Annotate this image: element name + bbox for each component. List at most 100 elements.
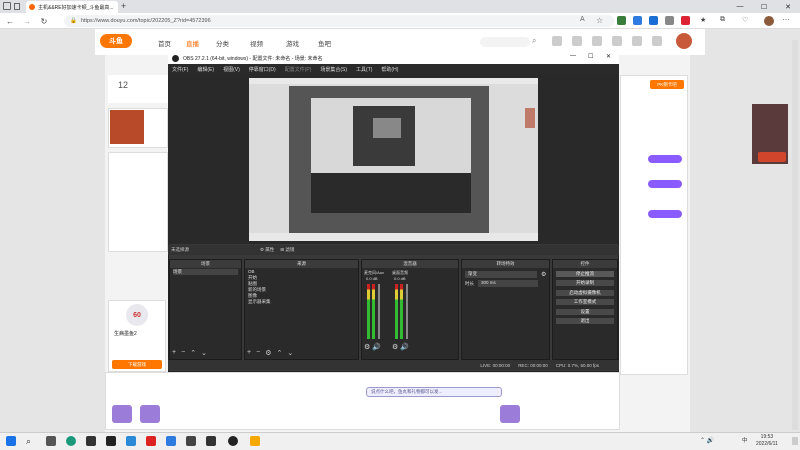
obs-minimize-button[interactable]: — [570, 53, 576, 59]
menu-profile[interactable]: 配置文件(P) [285, 66, 312, 73]
extension-icon[interactable] [665, 16, 674, 25]
start-icon[interactable] [6, 436, 16, 446]
move-down-icon[interactable]: ⌄ [287, 349, 293, 357]
forward-icon[interactable]: → [20, 14, 34, 28]
settings-button[interactable]: 设置 [555, 307, 615, 316]
add-icon[interactable]: + [247, 349, 251, 357]
collections-icon[interactable]: ⧉ [720, 16, 729, 25]
app-icon[interactable] [186, 436, 196, 446]
more-icon[interactable]: ··· [782, 15, 790, 24]
message-icon[interactable] [612, 36, 622, 46]
extension-icon[interactable] [681, 16, 690, 25]
nav-yuba[interactable]: 鱼吧 [318, 38, 331, 48]
transition-select[interactable]: 渐变 [465, 271, 537, 278]
properties-button[interactable]: ⚙ 属性 [260, 247, 274, 253]
remove-icon[interactable]: − [181, 349, 185, 357]
start-recording-button[interactable]: 开始录制 [555, 279, 615, 287]
transition-settings-icon[interactable]: ⚙ [541, 271, 546, 278]
menu-help[interactable]: 帮助(H) [381, 66, 398, 73]
desktop-volume-slider[interactable] [406, 284, 408, 339]
search-icon[interactable]: ⌕ [26, 436, 36, 446]
browser-tab[interactable]: 主机&&RE好加速卡顿_斗鱼最高... [26, 1, 118, 13]
menu-tools[interactable]: 工具(T) [356, 66, 372, 73]
nav-category[interactable]: 分类 [216, 38, 229, 48]
user-avatar[interactable] [676, 33, 692, 49]
tab-actions-icon[interactable] [14, 3, 20, 10]
page-scrollbar[interactable] [792, 40, 798, 430]
app-icon[interactable] [166, 436, 176, 446]
douyu-logo[interactable]: 斗鱼 [100, 34, 132, 48]
favorite-star-icon[interactable]: ☆ [596, 16, 605, 25]
back-icon[interactable]: ← [3, 14, 17, 28]
gift-icon[interactable] [140, 405, 160, 423]
source-item[interactable]: 显示器采集 [248, 299, 355, 305]
mic-settings-icon[interactable]: ⚙ [364, 343, 370, 351]
url-field[interactable]: 🔒 https://www.douyu.com/topic/202205_Z?r… [64, 15, 614, 27]
exit-button[interactable]: 退出 [555, 317, 615, 325]
studio-mode-button[interactable]: 工作室模式 [555, 298, 615, 306]
streamer-card-button[interactable]: 下载游戏 [112, 360, 162, 369]
gift-icon[interactable] [500, 405, 520, 423]
read-aloud-icon[interactable]: A [580, 16, 589, 25]
obs-preview-canvas[interactable] [249, 78, 538, 241]
stop-streaming-button[interactable]: 停止推流 [555, 269, 615, 278]
ime-indicator[interactable]: 中 [742, 436, 748, 444]
remove-icon[interactable]: − [256, 349, 260, 357]
menu-file[interactable]: 文件(F) [172, 66, 188, 73]
desktop-speaker-icon[interactable]: 🔊 [400, 343, 409, 351]
task-view-icon[interactable] [46, 436, 56, 446]
minimize-button[interactable]: — [728, 0, 752, 13]
menu-edit[interactable]: 编辑(E) [197, 66, 214, 73]
site-search-input[interactable] [480, 37, 530, 47]
extension-icon[interactable] [649, 16, 658, 25]
obs-close-button[interactable]: ✕ [606, 53, 611, 60]
move-up-icon[interactable]: ⌃ [276, 349, 282, 357]
scene-item[interactable]: 场景 [173, 269, 238, 275]
follow-icon[interactable] [572, 36, 582, 46]
profile-avatar[interactable] [764, 16, 774, 26]
app-icon[interactable] [250, 436, 260, 446]
gear-icon[interactable]: ⚙ [265, 349, 271, 357]
comment-input[interactable]: 说点什么吧，鱼丸和礼物都可以发... [366, 387, 502, 397]
maximize-button[interactable]: ☐ [752, 0, 776, 13]
menu-view[interactable]: 视图(V) [223, 66, 240, 73]
menu-docks[interactable]: 停靠窗口(D) [249, 66, 276, 73]
history-icon[interactable] [552, 36, 562, 46]
virtual-camera-button[interactable]: 启动虚拟摄像机 [555, 288, 615, 297]
close-window-button[interactable]: ✕ [776, 0, 800, 13]
obs-titlebar[interactable]: OBS 27.2.1 (64-bit, windows) - 配置文件: 未命名… [168, 52, 619, 64]
live-start-icon[interactable] [652, 36, 662, 46]
app-icon[interactable] [146, 436, 156, 446]
obs-taskbar-icon[interactable] [228, 436, 238, 446]
clock[interactable]: 19:53 2022/6/11 [756, 434, 778, 448]
promo-button[interactable]: PK侧卡吧 [650, 80, 684, 89]
download-icon[interactable] [592, 36, 602, 46]
mic-volume-slider[interactable] [378, 284, 380, 339]
app-icon[interactable] [206, 436, 216, 446]
add-icon[interactable]: + [172, 349, 176, 357]
nav-video[interactable]: 视频 [250, 38, 263, 48]
side-advert-button[interactable] [758, 152, 786, 162]
notification-icon[interactable] [792, 437, 798, 445]
edge-icon[interactable] [66, 436, 76, 446]
task-icon[interactable] [632, 36, 642, 46]
window-menu-icon[interactable] [3, 2, 11, 10]
extension-icon[interactable] [617, 16, 626, 25]
gift-icon[interactable] [112, 405, 132, 423]
move-up-icon[interactable]: ⌃ [190, 349, 196, 357]
app-icon[interactable] [106, 436, 116, 446]
obs-maximize-button[interactable]: ☐ [588, 53, 593, 60]
mic-speaker-icon[interactable]: 🔊 [372, 343, 381, 351]
move-down-icon[interactable]: ⌄ [201, 349, 207, 357]
nav-live[interactable]: 直播 [186, 38, 199, 48]
filters-button[interactable]: ⊞ 滤镜 [280, 247, 294, 253]
favorites-icon[interactable]: ★ [700, 16, 709, 25]
search-icon[interactable]: ⌕ [532, 36, 536, 46]
tray-icons[interactable]: ⌃ 🔊 [700, 437, 714, 444]
browser-essentials-icon[interactable]: ♡ [742, 16, 751, 25]
extension-icon[interactable] [633, 16, 642, 25]
new-tab-icon[interactable]: + [121, 1, 126, 11]
app-icon[interactable] [126, 436, 136, 446]
menu-scene-collection[interactable]: 场景集合(S) [320, 66, 347, 73]
streamer-thumbnail[interactable] [110, 110, 144, 144]
